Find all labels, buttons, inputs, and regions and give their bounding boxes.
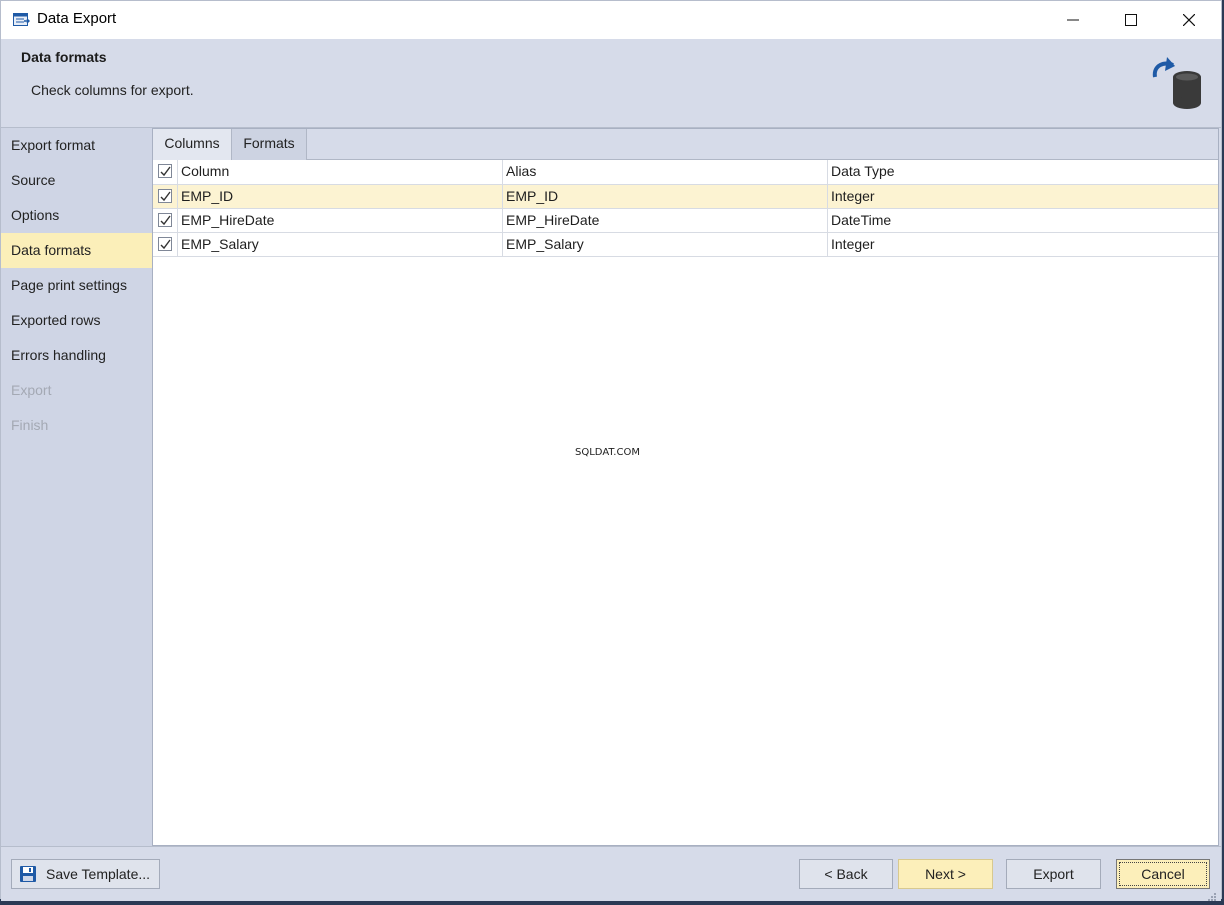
data-export-icon <box>13 12 31 28</box>
sidebar-item-export-format[interactable]: Export format <box>1 128 152 163</box>
next-button[interactable]: Next > <box>898 859 993 889</box>
cell-alias[interactable]: EMP_ID <box>503 185 828 208</box>
minimize-icon <box>1067 19 1079 21</box>
row-check-cell <box>153 209 178 232</box>
table-row[interactable]: EMP_HireDate EMP_HireDate DateTime <box>153 209 1218 233</box>
tab-columns[interactable]: Columns <box>153 129 232 160</box>
cell-column[interactable]: EMP_ID <box>178 185 503 208</box>
tab-strip: Columns Formats <box>153 129 1218 160</box>
close-button[interactable] <box>1160 1 1218 39</box>
columns-grid: Column Alias Data Type EMP_ID EMP_ID Int… <box>153 160 1218 257</box>
title-bar: Data Export <box>1 1 1221 39</box>
sidebar-item-export: Export <box>11 382 52 398</box>
column-header-column[interactable]: Column <box>178 160 503 184</box>
table-row[interactable]: EMP_ID EMP_ID Integer <box>153 185 1218 209</box>
checkmark-icon <box>160 191 171 202</box>
column-header-alias[interactable]: Alias <box>503 160 828 184</box>
row-checkbox[interactable] <box>158 189 172 203</box>
data-export-window: Data Export Data formats Check columns f… <box>0 0 1222 901</box>
sidebar-item-finish: Finish <box>11 417 49 433</box>
page-subtitle: Check columns for export. <box>31 82 194 98</box>
row-check-cell <box>153 233 178 256</box>
header-check-cell <box>153 160 178 184</box>
sidebar-item-page-print-settings[interactable]: Page print settings <box>1 268 152 303</box>
sidebar-item-options[interactable]: Options <box>1 198 152 233</box>
back-button[interactable]: < Back <box>799 859 893 889</box>
cancel-button[interactable]: Cancel <box>1116 859 1210 889</box>
cell-data-type[interactable]: Integer <box>828 185 1218 208</box>
grid-header-row: Column Alias Data Type <box>153 160 1218 185</box>
maximize-icon <box>1125 14 1137 26</box>
sidebar-item-source[interactable]: Source <box>1 163 152 198</box>
sidebar-item-data-formats[interactable]: Data formats <box>1 233 152 268</box>
sidebar-item-exported-rows[interactable]: Exported rows <box>1 303 152 338</box>
content-panel: Columns Formats Column Alias Data Type E… <box>152 128 1219 846</box>
maximize-button[interactable] <box>1102 1 1160 39</box>
minimize-button[interactable] <box>1044 1 1102 39</box>
wizard-sidebar: Export format Source Options Data format… <box>1 128 152 846</box>
column-header-data-type[interactable]: Data Type <box>828 160 1218 184</box>
save-template-button[interactable]: Save Template... <box>11 859 160 889</box>
export-button[interactable]: Export <box>1006 859 1101 889</box>
floppy-disk-icon <box>20 866 36 882</box>
close-icon <box>1183 14 1195 26</box>
cell-alias[interactable]: EMP_Salary <box>503 233 828 256</box>
wizard-footer: Save Template... < Back Next > Export Ca… <box>1 846 1221 901</box>
tab-formats[interactable]: Formats <box>232 129 307 160</box>
save-template-label: Save Template... <box>46 866 151 882</box>
row-checkbox[interactable] <box>158 213 172 227</box>
row-checkbox[interactable] <box>158 237 172 251</box>
cell-data-type[interactable]: DateTime <box>828 209 1218 232</box>
checkmark-icon <box>160 166 171 177</box>
checkmark-icon <box>160 215 171 226</box>
watermark-text: SQLDAT.COM <box>575 447 640 458</box>
table-row[interactable]: EMP_Salary EMP_Salary Integer <box>153 233 1218 257</box>
resize-grip-icon[interactable] <box>1207 889 1217 901</box>
page-title: Data formats <box>21 49 107 65</box>
window-title: Data Export <box>37 10 117 27</box>
wizard-header: Data formats Check columns for export. <box>1 39 1221 128</box>
row-check-cell <box>153 185 178 208</box>
cell-data-type[interactable]: Integer <box>828 233 1218 256</box>
select-all-checkbox[interactable] <box>158 164 172 178</box>
cell-column[interactable]: EMP_Salary <box>178 233 503 256</box>
sidebar-item-errors-handling[interactable]: Errors handling <box>1 338 152 373</box>
checkmark-icon <box>160 239 171 250</box>
cell-column[interactable]: EMP_HireDate <box>178 209 503 232</box>
database-export-icon <box>1147 55 1205 111</box>
cell-alias[interactable]: EMP_HireDate <box>503 209 828 232</box>
